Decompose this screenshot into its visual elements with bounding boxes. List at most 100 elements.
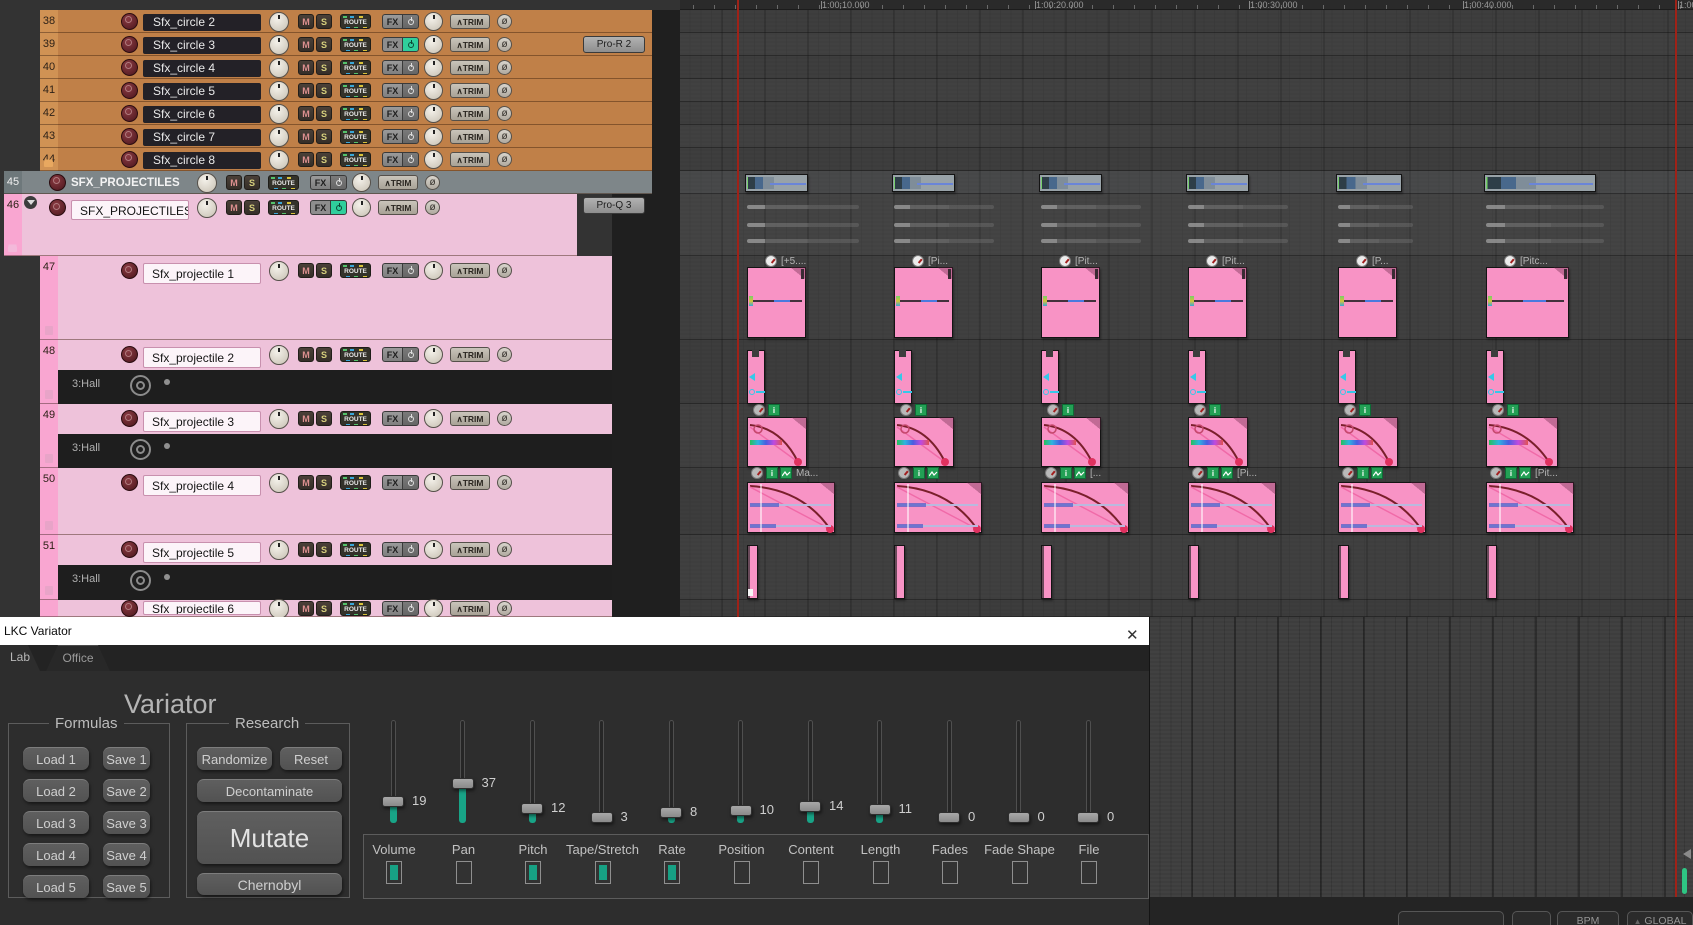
mute-button[interactable]: M [298,347,314,362]
load-button[interactable]: Load 3 [23,811,89,834]
track-panel[interactable]: Sfx_circle 2MSROUTEFX∧TRIMø [58,10,652,33]
track-name-field[interactable]: Sfx_circle 8 [143,152,261,170]
param-slider-track[interactable] [947,720,952,820]
track-name-field[interactable]: Sfx_circle 7 [143,129,261,147]
param-slider-handle[interactable] [591,812,613,823]
send-knob[interactable] [130,439,151,460]
save-button[interactable]: Save 2 [103,779,150,802]
trim-knob[interactable] [424,409,443,428]
trim-knob[interactable] [424,540,443,559]
fx-button[interactable]: FX [382,60,402,75]
solo-button[interactable]: S [244,175,260,190]
fx-power-button[interactable] [402,542,419,557]
load-button[interactable]: Load 4 [23,843,89,866]
record-arm-button[interactable] [121,151,138,168]
phase-button[interactable]: ø [497,60,512,75]
trim-button[interactable]: ∧TRIM [450,411,490,426]
phase-button[interactable]: ø [497,129,512,144]
param-slider-track[interactable] [1016,720,1021,820]
pan-knob[interactable] [197,198,217,218]
record-arm-button[interactable] [121,59,138,76]
track-panel[interactable]: Sfx_projectile 1MSROUTEFX∧TRIMø [58,256,612,340]
route-button[interactable]: ROUTE [340,106,371,121]
fx-power-button[interactable] [402,60,419,75]
trim-knob[interactable] [352,173,371,192]
mute-button[interactable]: M [298,14,314,29]
fx-chain-label[interactable]: Pro-Q 3 [583,197,645,214]
load-button[interactable]: Load 2 [23,779,89,802]
fx-button[interactable]: FX [382,347,402,362]
param-slider-handle[interactable] [660,807,682,818]
track-name-field[interactable]: Sfx_projectile 3 [143,411,261,432]
mute-button[interactable]: M [298,60,314,75]
pan-knob[interactable] [269,104,289,124]
phase-button[interactable]: ø [497,601,512,616]
trim-button[interactable]: ∧TRIM [378,175,418,190]
param-checkbox[interactable] [525,861,541,884]
randomize-button[interactable]: Randomize [197,747,272,770]
record-arm-button[interactable] [121,82,138,99]
route-button[interactable]: ROUTE [340,411,371,426]
solo-button[interactable]: S [316,37,332,52]
fx-power-button[interactable] [402,14,419,29]
fx-power-button[interactable] [402,347,419,362]
solo-button[interactable]: S [316,60,332,75]
track-name-field[interactable]: Sfx_circle 6 [143,106,261,124]
trim-button[interactable]: ∧TRIM [450,83,490,98]
track-name-field[interactable]: Sfx_projectile 2 [143,347,261,368]
load-button[interactable]: Load 1 [23,747,89,770]
mutate-button[interactable]: Mutate [197,811,342,864]
route-button[interactable]: ROUTE [340,347,371,362]
track-name-field[interactable]: Sfx_circle 4 [143,60,261,78]
param-checkbox[interactable] [1081,861,1097,884]
pan-knob[interactable] [269,599,289,618]
timeline-ruler[interactable]: 1:00:10.0001:00:20.0001:00:30.0001:00:40… [652,0,1693,10]
solo-button[interactable]: S [316,475,332,490]
fx-power-button[interactable] [330,175,347,190]
tab-office[interactable]: Office [46,645,110,671]
mute-button[interactable]: M [298,129,314,144]
fx-button[interactable]: FX [310,200,330,215]
trim-button[interactable]: ∧TRIM [450,60,490,75]
param-slider-handle[interactable] [938,812,960,823]
phase-button[interactable]: ø [425,175,440,190]
trim-button[interactable]: ∧TRIM [450,129,490,144]
trim-button[interactable]: ∧TRIM [450,106,490,121]
trim-button[interactable]: ∧TRIM [378,200,418,215]
fx-button[interactable]: FX [382,106,402,121]
pan-knob[interactable] [269,409,289,429]
record-arm-button[interactable] [121,105,138,122]
pan-knob[interactable] [269,12,289,32]
track-number-strip[interactable]: 46 [4,194,22,256]
route-button[interactable]: ROUTE [268,175,299,190]
route-button[interactable]: ROUTE [340,601,371,616]
solo-button[interactable]: S [316,83,332,98]
fx-button[interactable]: FX [382,83,402,98]
track-number-strip[interactable]: 41 [40,79,58,102]
param-checkbox[interactable] [734,861,750,884]
solo-button[interactable]: S [316,411,332,426]
solo-button[interactable]: S [244,200,260,215]
phase-button[interactable]: ø [497,14,512,29]
trim-knob[interactable] [424,12,443,31]
route-button[interactable]: ROUTE [340,475,371,490]
track-number-strip[interactable]: 43 [40,125,58,148]
toolbar-button-small[interactable] [1512,911,1551,925]
solo-button[interactable]: S [316,542,332,557]
trim-knob[interactable] [424,104,443,123]
trim-button[interactable]: ∧TRIM [450,37,490,52]
fx-power-button[interactable] [402,475,419,490]
track-name-field[interactable]: Sfx_projectile 1 [143,263,261,284]
param-checkbox[interactable] [942,861,958,884]
track-panel[interactable]: Sfx_projectile 4MSROUTEFX∧TRIMø [58,468,612,535]
pan-knob[interactable] [269,345,289,365]
param-slider-track[interactable] [1086,720,1091,820]
fx-power-button[interactable] [330,200,347,215]
param-checkbox[interactable] [803,861,819,884]
pan-knob[interactable] [269,540,289,560]
fx-power-button[interactable] [402,601,419,616]
reset-button[interactable]: Reset [280,747,342,770]
trim-button[interactable]: ∧TRIM [450,475,490,490]
track-panel[interactable]: Sfx_circle 8MSROUTEFX∧TRIMø [58,148,652,171]
variator-titlebar[interactable]: LKC Variator ✕ [0,617,1150,645]
